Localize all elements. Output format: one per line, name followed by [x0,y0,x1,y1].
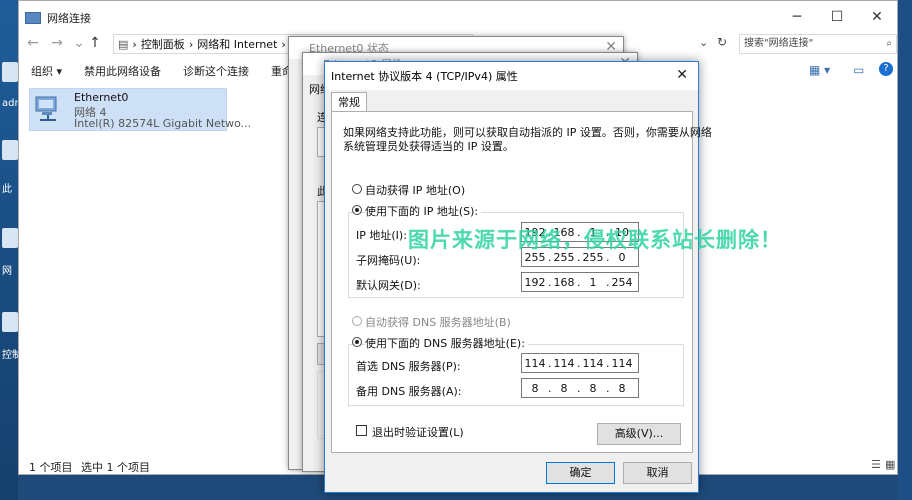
auto-ip-label[interactable]: 自动获得 IP 地址(O) [365,182,465,198]
preferred-dns-input[interactable]: 114. 114. 114. 114 [521,353,639,373]
dns2-octet-3: 8 [589,381,597,395]
ip-address-label: IP 地址(I): [356,229,407,242]
desktop-control-panel-icon[interactable] [2,312,18,332]
search-input[interactable]: 搜索"网络连接" ⌕ [739,34,897,54]
desktop-label-3: 网 [2,266,12,277]
dns1-octet-1: 114 [524,356,546,370]
status-selected-count: 选中 1 个项目 [81,461,150,474]
tiles-view-icon[interactable]: ▦ [885,458,895,471]
manual-ip-radio[interactable] [352,205,362,215]
help-icon[interactable]: ? [879,62,893,76]
alternate-dns-label: 备用 DNS 服务器(A): [356,385,462,398]
desktop-network-icon[interactable] [2,228,18,248]
disable-device-button[interactable]: 禁用此网络设备 [84,63,161,79]
dns2-octet-4: 8 [618,381,626,395]
default-gateway-label: 默认网关(D): [356,279,421,292]
diagnose-button[interactable]: 诊断这个连接 [183,63,249,79]
breadcrumb-separator-icon: › [188,37,194,51]
validate-settings-label[interactable]: 退出时验证设置(L) [372,424,464,440]
maximize-icon: ☐ [830,9,844,25]
ipv4-properties-dialog: Internet 协议版本 4 (TCP/IPv4) 属性 ✕ 常规 如果网络支… [324,61,712,493]
forward-button[interactable]: → [49,35,65,51]
breadcrumb-separator-icon: › [132,37,137,51]
gw-octet-3: 1 [589,275,597,289]
preview-pane-icon[interactable]: ▭ [853,63,864,77]
desktop-label-2: 此 [2,184,12,195]
manual-dns-label[interactable]: 使用下面的 DNS 服务器地址(E): [365,335,528,351]
validate-settings-checkbox[interactable] [356,425,367,436]
status-item-count: 1 个项目 [29,461,73,474]
description-line-2: 系统管理员处获得适当的 IP 设置。 [343,140,514,153]
search-placeholder: 搜索"网络连接" [744,38,814,49]
gw-octet-2: 168 [553,275,575,289]
watermark-text: 图片来源于网络，侵权联系站长删除！ [408,228,782,252]
auto-ip-radio[interactable] [352,184,362,194]
explorer-titlebar: 网络连接 [19,1,897,35]
default-gateway-input[interactable]: 192. 168. 1. 254 [521,272,639,292]
manual-dns-radio[interactable] [352,337,362,347]
desktop-folder-icon[interactable] [2,62,18,82]
address-folder-icon: ▤ [118,37,129,51]
ok-button[interactable]: 确定 [546,462,615,484]
ipv4-dialog-close-icon[interactable]: ✕ [676,67,688,83]
cancel-button[interactable]: 取消 [623,462,692,484]
auto-dns-radio[interactable] [352,316,362,326]
dns1-octet-4: 114 [611,356,633,370]
history-chevron-icon[interactable]: ⌄ [71,35,87,51]
advanced-button[interactable]: 高级(V)... [597,423,681,445]
ipv4-dialog-title: Internet 协议版本 4 (TCP/IPv4) 属性 [331,70,518,83]
list-item-ethernet0[interactable]: Ethernet0 网络 4 Intel(R) 82574L Gigabit N… [29,88,251,131]
gw-octet-4: 254 [611,275,633,289]
back-button[interactable]: ← [25,35,41,51]
explorer-title: 网络连接 [47,12,91,25]
close-button[interactable]: ✕ [857,1,897,33]
breadcrumb-separator-icon: › [281,37,286,51]
close-icon: ✕ [871,9,883,25]
network-adapter-icon [35,96,57,121]
search-icon[interactable]: ⌕ [886,35,892,53]
up-button[interactable]: ↑ [87,35,103,51]
dns2-octet-2: 8 [560,381,568,395]
desktop-pc-icon[interactable] [2,140,18,160]
dns1-octet-2: 114 [553,356,575,370]
manual-ip-label[interactable]: 使用下面的 IP 地址(S): [365,203,482,219]
minimize-button[interactable]: ─ [777,1,817,33]
preferred-dns-label: 首选 DNS 服务器(P): [356,360,461,373]
minimize-icon: ─ [792,9,802,25]
alternate-dns-input[interactable]: 8. 8. 8. 8 [521,378,639,398]
subnet-mask-label: 子网掩码(U): [356,254,421,267]
desktop-right-strip [898,0,912,500]
organize-button[interactable]: 组织 ▾ [31,63,62,79]
view-options-icon[interactable]: ▦ ▾ [809,63,830,77]
breadcrumb-network-internet[interactable]: 网络和 Internet [197,36,277,52]
dns2-octet-1: 8 [531,381,539,395]
maximize-button[interactable]: ☐ [817,1,857,33]
item-adapter: Intel(R) 82574L Gigabit Netwo... [74,117,252,130]
network-folder-icon [25,12,41,24]
refresh-icon[interactable]: ↻ [717,35,727,49]
details-view-icon[interactable]: ☰ [871,458,881,471]
dns1-octet-3: 114 [582,356,604,370]
gw-octet-1: 192 [524,275,546,289]
general-panel: 如果网络支持此功能，则可以获取自动指派的 IP 设置。否则，你需要从网络 系统管… [331,111,712,453]
auto-dns-label: 自动获得 DNS 服务器地址(B) [365,316,511,329]
item-name: Ethernet0 [74,91,129,104]
breadcrumb-control-panel[interactable]: 控制面板 [141,36,185,52]
tab-general[interactable]: 常规 [331,92,367,112]
address-dropdown-icon[interactable]: ⌄ [699,36,708,49]
